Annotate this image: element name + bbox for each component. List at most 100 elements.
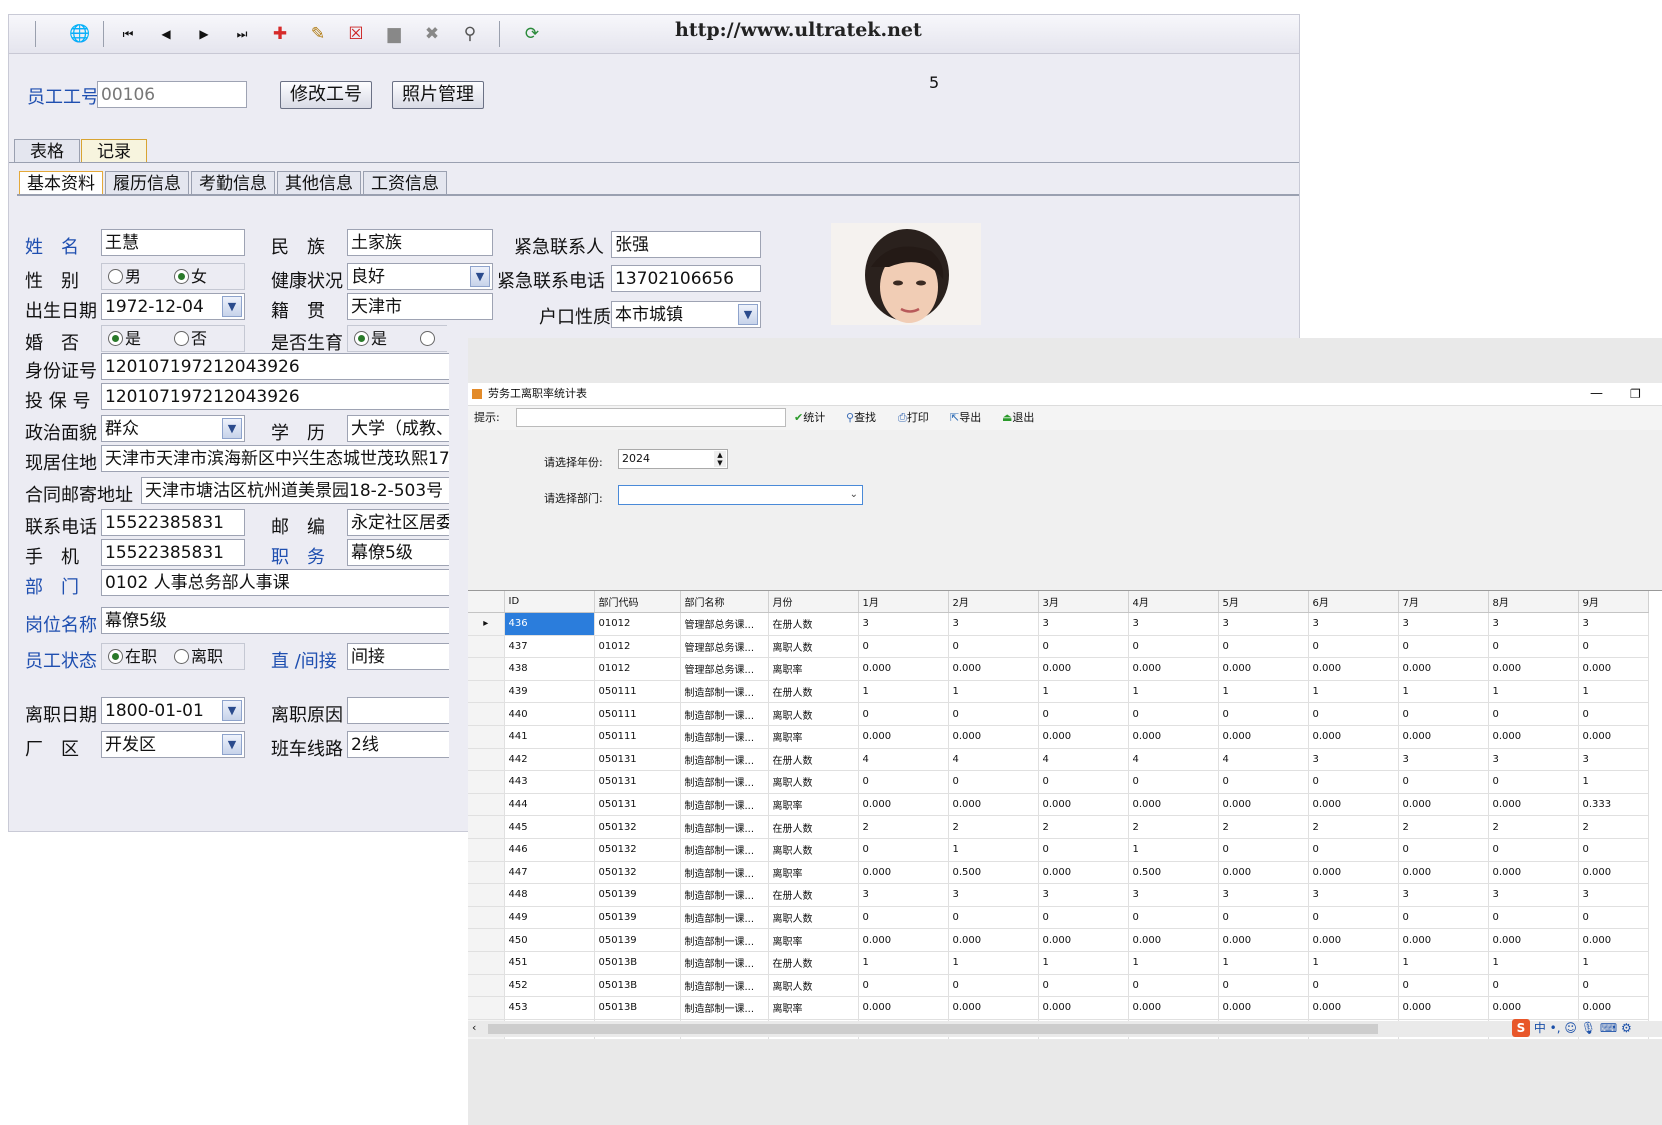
export-button[interactable]: ⇱导出 <box>950 406 981 430</box>
table-row[interactable]: 439 050111 制造部制一课... 在册人数 1 1 1 1 1 1 1 1 1 <box>468 680 1649 704</box>
table-cell[interactable]: 4 <box>1128 748 1219 772</box>
table-cell[interactable]: 制造部制一课... <box>680 725 769 749</box>
table-cell[interactable]: 0 <box>1578 906 1649 930</box>
table-cell[interactable]: 3 <box>1578 612 1649 636</box>
insurance-field[interactable]: 120107197212043926 <box>101 383 449 410</box>
status-left-option[interactable]: 离职 <box>174 644 223 669</box>
tab-basic-info[interactable]: 基本资料 <box>19 171 103 195</box>
table-cell[interactable]: 离职人数 <box>768 838 859 862</box>
table-cell[interactable]: 0.000 <box>1578 725 1649 749</box>
table-cell[interactable]: 0.000 <box>1488 725 1579 749</box>
edit-icon[interactable]: ✎ <box>305 21 331 47</box>
first-icon[interactable]: ⏮ <box>115 21 141 47</box>
table-cell[interactable]: 0 <box>948 770 1039 794</box>
table-cell[interactable]: 0 <box>1218 702 1309 726</box>
table-cell[interactable]: 制造部制一课... <box>680 702 769 726</box>
table-cell[interactable]: 0 <box>1218 906 1309 930</box>
table-cell[interactable]: 3 <box>1128 883 1219 907</box>
table-cell[interactable]: 050139 <box>594 906 681 930</box>
table-row[interactable]: 449 050139 制造部制一课... 离职人数 0 0 0 0 0 0 0 0 0 <box>468 906 1649 930</box>
table-cell[interactable]: 离职率 <box>768 725 859 749</box>
scrollbar-thumb[interactable] <box>488 1024 1378 1034</box>
row-selector[interactable] <box>468 680 505 704</box>
table-cell[interactable]: 3 <box>1218 883 1309 907</box>
gender-female-option[interactable]: 女 <box>174 264 207 289</box>
table-cell[interactable]: 0 <box>1128 770 1219 794</box>
table-cell[interactable]: 制造部制一课... <box>680 770 769 794</box>
table-cell[interactable]: 0 <box>1578 838 1649 862</box>
table-cell[interactable]: 在册人数 <box>768 748 859 772</box>
table-cell[interactable]: 制造部制一课... <box>680 928 769 952</box>
row-selector[interactable] <box>468 770 505 794</box>
column-header[interactable]: 7月 <box>1398 591 1489 613</box>
tab-other-info[interactable]: 其他信息 <box>277 171 361 195</box>
table-cell[interactable]: 0.000 <box>858 928 949 952</box>
table-cell[interactable]: 0 <box>1218 838 1309 862</box>
table-cell[interactable]: 050139 <box>594 928 681 952</box>
table-cell[interactable]: 0 <box>858 838 949 862</box>
table-cell[interactable]: 1 <box>1308 951 1399 975</box>
table-cell[interactable]: 1 <box>1038 951 1129 975</box>
table-cell[interactable]: 0.500 <box>1128 861 1219 885</box>
table-cell[interactable]: 451 <box>504 951 595 975</box>
table-cell[interactable]: 050131 <box>594 748 681 772</box>
table-cell[interactable]: 0.000 <box>1398 861 1489 885</box>
table-cell[interactable]: 1 <box>948 838 1039 862</box>
delete-icon[interactable]: ☒ <box>343 21 369 47</box>
table-row[interactable]: 453 05013B 制造部制一课... 离职率 0.000 0.000 0.000 0.00… <box>468 996 1649 1020</box>
table-cell[interactable]: 0 <box>858 974 949 998</box>
table-cell[interactable]: 0.000 <box>1488 928 1579 952</box>
table-row[interactable]: 451 05013B 制造部制一课... 在册人数 1 1 1 1 1 1 1 1 1 <box>468 951 1649 975</box>
table-cell[interactable]: 0.000 <box>1038 725 1129 749</box>
table-row[interactable]: 438 01012 管理部总务课... 离职率 0.000 0.000 0.000 0.000… <box>468 657 1649 681</box>
table-cell[interactable]: 0.000 <box>948 725 1039 749</box>
name-field[interactable]: 王慧 <box>101 229 245 256</box>
table-cell[interactable]: 0.000 <box>948 657 1039 681</box>
table-cell[interactable]: 3 <box>948 883 1039 907</box>
table-cell[interactable]: 0.000 <box>1488 657 1579 681</box>
table-cell[interactable]: 制造部制一课... <box>680 680 769 704</box>
table-cell[interactable]: 2 <box>1578 815 1649 839</box>
table-row[interactable]: 443 050131 制造部制一课... 离职人数 0 0 0 0 0 0 0 0 1 <box>468 770 1649 794</box>
horizontal-scrollbar[interactable]: ‹ <box>468 1021 1662 1037</box>
table-cell[interactable]: 1 <box>1578 770 1649 794</box>
table-cell[interactable]: 050131 <box>594 770 681 794</box>
birthed-yes-option[interactable]: 是 <box>354 326 387 351</box>
table-cell[interactable]: 制造部制一课... <box>680 838 769 862</box>
table-cell[interactable]: 离职人数 <box>768 974 859 998</box>
globe-icon[interactable]: 🌐 <box>67 21 93 47</box>
find-button[interactable]: ⚲查找 <box>846 406 876 430</box>
table-cell[interactable]: 1 <box>948 680 1039 704</box>
table-cell[interactable]: 05013B <box>594 951 681 975</box>
table-cell[interactable]: 0 <box>1578 702 1649 726</box>
table-cell[interactable]: 3 <box>1218 612 1309 636</box>
column-header[interactable]: 9月 <box>1578 591 1649 613</box>
table-cell[interactable]: 0.000 <box>1488 793 1579 817</box>
table-cell[interactable]: 3 <box>1308 748 1399 772</box>
row-selector[interactable] <box>468 838 505 862</box>
table-cell[interactable]: 0.000 <box>1308 996 1399 1020</box>
table-cell[interactable]: 0 <box>1308 770 1399 794</box>
table-cell[interactable]: 1 <box>1218 951 1309 975</box>
table-cell[interactable]: 050132 <box>594 861 681 885</box>
chevron-down-icon[interactable]: ▼ <box>470 266 490 287</box>
table-cell[interactable]: 离职人数 <box>768 770 859 794</box>
table-cell[interactable]: 0.000 <box>1128 657 1219 681</box>
table-cell[interactable]: 439 <box>504 680 595 704</box>
table-cell[interactable]: 0.000 <box>1218 861 1309 885</box>
table-cell[interactable]: 436 <box>504 612 595 636</box>
column-header[interactable]: 1月 <box>858 591 949 613</box>
table-cell[interactable]: 2 <box>1128 815 1219 839</box>
table-cell[interactable]: 447 <box>504 861 595 885</box>
table-cell[interactable]: 2 <box>858 815 949 839</box>
table-cell[interactable]: 0 <box>858 702 949 726</box>
table-cell[interactable]: 制造部制一课... <box>680 951 769 975</box>
row-selector[interactable] <box>468 951 505 975</box>
table-cell[interactable]: 0.500 <box>948 861 1039 885</box>
table-cell[interactable]: 管理部总务课... <box>680 612 769 636</box>
table-cell[interactable]: 1 <box>858 680 949 704</box>
table-cell[interactable]: 0.000 <box>1128 725 1219 749</box>
table-cell[interactable]: 在册人数 <box>768 951 859 975</box>
search-icon[interactable]: ⚲ <box>457 21 483 47</box>
bus-route-field[interactable]: 2线 <box>347 731 449 758</box>
